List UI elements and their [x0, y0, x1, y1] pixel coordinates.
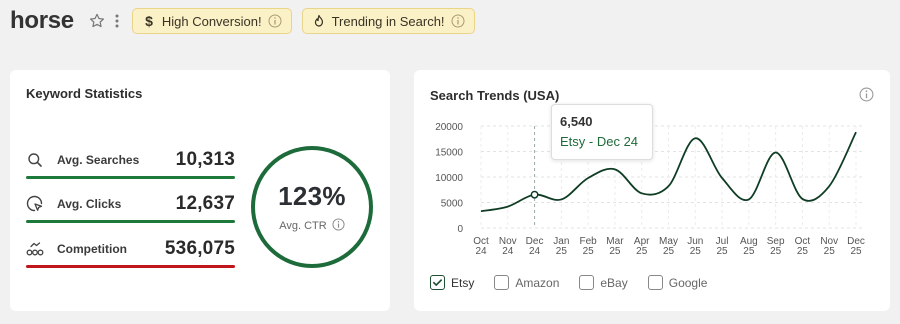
- card-title: Keyword Statistics: [26, 86, 143, 101]
- star-icon[interactable]: [88, 12, 106, 30]
- checkbox-icon[interactable]: [647, 275, 663, 290]
- ctr-value: 123%: [278, 180, 346, 211]
- badge-label: High Conversion!: [161, 13, 262, 29]
- flame-icon: [312, 14, 326, 28]
- stat-bar-searches: [26, 176, 235, 179]
- stat-bar-clicks: [26, 220, 235, 223]
- y-tick-label: 20000: [435, 122, 463, 133]
- badge-high-conversion: $ High Conversion!: [131, 8, 292, 34]
- legend-item-ebay[interactable]: eBay: [579, 275, 628, 290]
- x-tick-label: Dec 24: [526, 236, 544, 257]
- dollar-icon: $: [142, 14, 156, 28]
- stat-avg-searches: Avg. Searches 10,313: [26, 147, 235, 173]
- tooltip-series: Etsy - Dec 24: [560, 134, 639, 149]
- x-tick-label: Sep 25: [767, 236, 785, 257]
- x-tick-label: Oct 25: [795, 236, 811, 257]
- y-tick-label: 10000: [435, 173, 463, 184]
- badge-label: Trending in Search!: [331, 13, 445, 29]
- x-tick-label: Nov 25: [820, 236, 838, 257]
- legend-item-etsy[interactable]: Etsy: [430, 275, 474, 290]
- checkbox-checked-icon[interactable]: [430, 275, 445, 290]
- legend-label: Amazon: [515, 275, 560, 290]
- checkbox-icon[interactable]: [494, 275, 510, 290]
- legend-label: Google: [668, 275, 708, 290]
- y-tick-label: 15000: [435, 148, 463, 159]
- tooltip-value: 6,540: [560, 114, 593, 129]
- card-title: Search Trends (USA): [430, 88, 560, 103]
- y-tick-label: 0: [457, 224, 463, 235]
- info-icon[interactable]: [451, 14, 465, 28]
- keyword-statistics-card: Keyword Statistics Avg. Searches 10,313 …: [10, 70, 390, 311]
- stat-value: 12,637: [175, 193, 235, 214]
- more-options-icon[interactable]: [114, 13, 120, 29]
- search-icon: [26, 151, 44, 169]
- stat-competition: Competition 536,075: [26, 236, 235, 262]
- legend-item-amazon[interactable]: Amazon: [494, 275, 559, 290]
- x-tick-label: Mar 25: [606, 236, 624, 257]
- keyword-title: horse: [10, 7, 74, 34]
- y-tick-label: 5000: [441, 199, 464, 210]
- x-tick-label: Aug 25: [740, 236, 758, 257]
- x-tick-label: May 25: [659, 236, 678, 257]
- stat-value: 536,075: [164, 238, 235, 259]
- stat-label: Competition: [57, 242, 127, 256]
- info-icon[interactable]: [859, 87, 874, 102]
- legend-item-google[interactable]: Google: [647, 275, 708, 290]
- highlight-point: [530, 190, 539, 199]
- x-tick-label: Nov 24: [499, 236, 517, 257]
- ctr-label-row: Avg. CTR: [279, 217, 345, 234]
- x-tick-label: Dec 25: [847, 236, 865, 257]
- x-tick-label: Feb 25: [580, 236, 598, 257]
- search-trends-card: Search Trends (USA) 20000 15000 10000 5000 0…: [414, 70, 890, 311]
- pointer-click-icon: [26, 195, 44, 213]
- checkbox-icon[interactable]: [579, 275, 595, 290]
- stat-label: Avg. Clicks: [57, 197, 122, 211]
- stat-label: Avg. Searches: [57, 153, 140, 167]
- chart-legend: Etsy Amazon eBay Google: [430, 275, 727, 290]
- ctr-ring: 123% Avg. CTR: [251, 146, 373, 268]
- stat-value: 10,313: [175, 149, 235, 170]
- keyword-header: horse $ High Conversion! Trending in Sea…: [10, 6, 475, 36]
- x-tick-label: Oct 24: [473, 236, 489, 257]
- legend-label: Etsy: [451, 275, 475, 290]
- competition-icon: [26, 240, 44, 258]
- stat-bar-competition: [26, 265, 235, 268]
- x-tick-label: Jan 25: [553, 236, 569, 257]
- stat-avg-clicks: Avg. Clicks 12,637: [26, 191, 235, 217]
- legend-label: eBay: [600, 275, 628, 290]
- badge-trending-search: Trending in Search!: [301, 8, 475, 34]
- x-tick-label: Apr 25: [634, 236, 650, 257]
- ctr-label: Avg. CTR: [279, 219, 327, 232]
- x-tick-label: Jul 25: [716, 236, 729, 257]
- info-icon[interactable]: [332, 217, 345, 234]
- svg-text:$: $: [145, 14, 153, 28]
- x-tick-label: Jun 25: [687, 236, 703, 257]
- info-icon[interactable]: [268, 14, 282, 28]
- chart-tooltip: 6,540 Etsy - Dec 24: [551, 104, 653, 160]
